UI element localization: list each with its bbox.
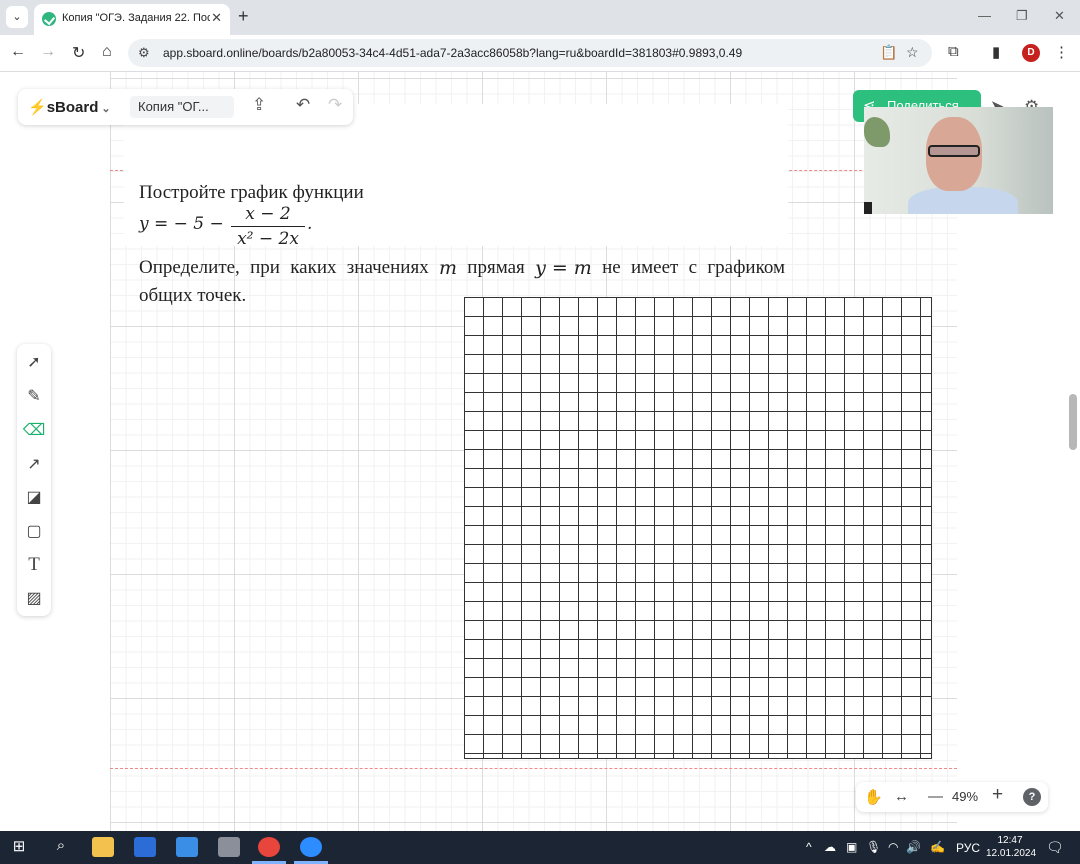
task-line-4: общих точек.	[139, 285, 247, 306]
side-panel-icon[interactable]: ▮	[992, 43, 1000, 61]
windows-start-icon[interactable]: ⊞	[8, 837, 30, 857]
sboard-favicon-icon	[42, 12, 56, 26]
chrome-icon[interactable]	[258, 837, 280, 857]
mail-icon[interactable]	[176, 837, 198, 857]
clock-date: 12.01.2024	[986, 848, 1037, 859]
search-icon[interactable]: ⌕	[50, 837, 72, 857]
minimize-icon[interactable]: —	[978, 8, 991, 23]
sticky-note-icon[interactable]: ▢	[17, 521, 51, 541]
store-icon[interactable]	[134, 837, 156, 857]
volume-icon[interactable]: 🔊	[906, 840, 921, 854]
profile-avatar[interactable]: D	[1022, 44, 1040, 62]
sboard-logo[interactable]: ⚡sBoard ⌄	[28, 98, 111, 116]
windows-taskbar: ⊞ ⌕ ^ ☁ ▣ 🎙 ◠ 🔊 ✍ РУС 12:47 12.01.2024 🗨	[0, 831, 1080, 864]
hand-pan-icon[interactable]: ✋	[864, 788, 883, 806]
reload-icon[interactable]: ↻	[72, 43, 85, 63]
address-bar[interactable]: ⚙ app.sboard.online/boards/b2a80053-34c4…	[128, 39, 932, 67]
formula-numerator: x − 2	[231, 204, 305, 227]
tools-panel: ➚ ✎ ⌫ ↗ ◪ ▢ T ▨	[17, 344, 51, 616]
zoom-in-icon[interactable]: +	[992, 784, 1003, 806]
wifi-icon[interactable]: ◠	[888, 840, 898, 854]
formula-lhs: y = − 5 −	[139, 214, 224, 234]
redo-icon[interactable]: ↷	[328, 95, 342, 115]
notifications-icon[interactable]: 🗨	[1046, 839, 1064, 856]
presenter	[908, 117, 1018, 214]
tab-title: Копия "ОГЭ. Задания 22. Пост	[62, 12, 210, 24]
frame-bottom-guide	[110, 768, 957, 769]
webcam-video[interactable]	[864, 107, 1053, 214]
microphone-icon[interactable]: 🎙	[866, 840, 881, 854]
export-icon[interactable]: ⇪	[252, 95, 266, 115]
clock-time: 12:47	[997, 835, 1023, 846]
browser-menu-icon[interactable]: ⋮	[1054, 43, 1069, 61]
pen-input-icon[interactable]: ✍	[930, 840, 945, 854]
undo-icon[interactable]: ↶	[296, 95, 310, 115]
clipboard-icon[interactable]: 📋	[880, 44, 897, 61]
formula-denominator: x² − 2x	[237, 229, 299, 249]
formula-fraction: x − 2 x² − 2x	[231, 204, 305, 249]
forward-icon[interactable]: →	[40, 43, 56, 61]
close-tab-icon[interactable]: ✕	[211, 10, 222, 26]
new-tab-button[interactable]: +	[238, 6, 249, 27]
clock[interactable]: 12:47 12.01.2024	[986, 834, 1037, 860]
browser-toolbar: ← → ↻ ⌂ ⚙ app.sboard.online/boards/b2a80…	[0, 35, 1080, 72]
browser-tab[interactable]: Копия "ОГЭ. Задания 22. Пост ✕	[34, 4, 230, 35]
graph-paper-grid[interactable]	[464, 297, 932, 759]
tab-strip: ⌄ Копия "ОГЭ. Задания 22. Пост ✕ + — ❐ ✕	[0, 0, 1080, 35]
language-indicator[interactable]: РУС	[956, 841, 980, 855]
close-window-icon[interactable]: ✕	[1054, 8, 1065, 24]
back-icon[interactable]: ←	[10, 43, 26, 61]
chevron-down-icon: ⌄	[98, 103, 111, 115]
board-name-field[interactable]: Копия "ОГ...	[130, 96, 234, 118]
eraser-icon[interactable]: ⌫	[17, 420, 51, 440]
tray-chevron-icon[interactable]: ^	[806, 840, 812, 854]
task-line-3: Определите, при каких значениях m прямая…	[139, 257, 785, 279]
sboard-topbar: ⚡sBoard ⌄ Копия "ОГ... ⇪ ↶ ↷	[18, 89, 353, 125]
chevron-down-icon: ⌄	[12, 11, 22, 23]
shapes-icon[interactable]: ◪	[17, 487, 51, 507]
pen-icon[interactable]: ✎	[17, 386, 51, 406]
scrollbar-thumb[interactable]	[1069, 394, 1077, 450]
zoom-level[interactable]: 49%	[952, 789, 978, 804]
formula-end: .	[307, 214, 313, 234]
url-text: app.sboard.online/boards/b2a80053-34c4-4…	[163, 46, 743, 60]
onedrive-icon[interactable]: ☁	[824, 840, 836, 854]
file-explorer-icon[interactable]	[92, 837, 114, 857]
home-icon[interactable]: ⌂	[102, 43, 112, 61]
bookmark-star-icon[interactable]: ☆	[906, 44, 919, 61]
fit-width-icon[interactable]: ↔	[894, 788, 909, 805]
task-line-1: Постройте график функции	[139, 182, 364, 203]
tab-search-button[interactable]: ⌄	[6, 6, 28, 28]
zoom-app-icon[interactable]	[300, 837, 322, 857]
extensions-icon[interactable]: ⧉	[948, 43, 959, 60]
image-upload-icon[interactable]: ▨	[17, 588, 51, 608]
line-arrow-icon[interactable]: ↗	[17, 454, 51, 474]
tray-app-icon[interactable]: ▣	[846, 840, 857, 854]
text-tool-icon[interactable]: T	[17, 554, 51, 576]
help-button[interactable]: ?	[1023, 788, 1041, 806]
sboard-logo-icon: ⚡	[28, 99, 47, 116]
zoom-out-icon[interactable]: —	[928, 788, 943, 805]
select-cursor-icon[interactable]: ➚	[17, 352, 51, 372]
zoom-controls: ✋ ↔ — 49% + ?	[856, 782, 1048, 812]
function-formula: y = − 5 − x − 2 x² − 2x .	[139, 204, 312, 249]
app-icon[interactable]	[218, 837, 240, 857]
restore-icon[interactable]: ❐	[1016, 8, 1028, 24]
site-info-icon[interactable]: ⚙	[138, 45, 150, 61]
